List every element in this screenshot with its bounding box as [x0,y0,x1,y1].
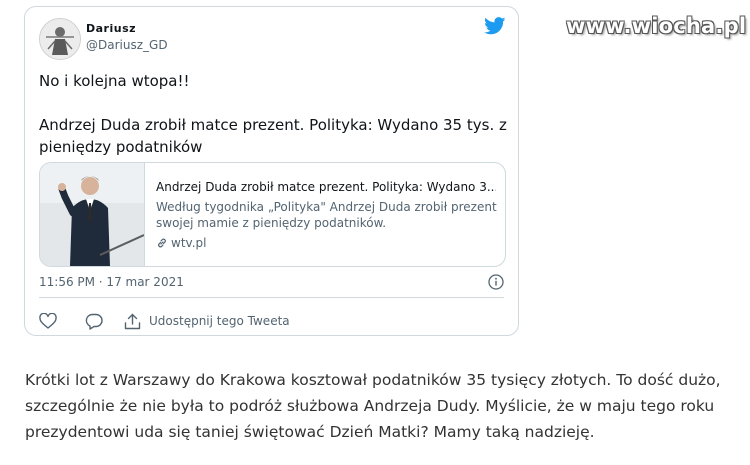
site-logo[interactable]: www.wiocha.pl [566,14,746,38]
link-icon [158,238,166,248]
tweet-text: No i kolejna wtopa!! Andrzej Duda zrobił… [39,70,509,158]
author-name[interactable]: Dariusz [86,22,136,35]
link-card-thumbnail [40,163,145,266]
share-button[interactable]: Udostępnij tego Tweeta [124,313,290,330]
heart-icon [39,313,57,329]
link-card-domain-row[interactable]: wtv.pl [156,235,496,251]
twitter-bird-icon[interactable] [484,17,506,35]
like-button[interactable] [39,313,85,329]
link-card-body: Andrzej Duda zrobił matce prezent. Polit… [156,179,497,251]
person-photo [40,163,144,266]
link-card-domain[interactable]: wtv.pl [171,235,206,251]
reply-button[interactable] [85,313,124,330]
share-label: Udostępnij tego Tweeta [149,314,290,328]
tweet-line: No i kolejna wtopa!! [39,72,190,90]
author-handle[interactable]: @Dariusz_GD [86,38,168,52]
tweet-embed: Dariusz @Dariusz_GD No i kolejna wtopa!!… [24,6,519,336]
link-card[interactable]: Andrzej Duda zrobił matce prezent. Polit… [39,162,506,267]
tweet-actions: Udostępnij tego Tweeta [39,309,290,333]
reply-icon [85,313,103,330]
article-text: Krótki lot z Warszawy do Krakowa kosztow… [25,371,721,441]
share-icon [124,313,141,329]
divider [39,297,504,298]
link-card-title[interactable]: Andrzej Duda zrobił matce prezent. Polit… [156,179,496,195]
link-card-description: Według tygodnika „Polityka" Andrzej Duda… [156,200,497,230]
info-icon[interactable] [488,274,504,290]
avatar[interactable] [39,18,81,60]
tweet-line: Andrzej Duda zrobił matce prezent. Polit… [39,116,507,156]
avatar-image [40,19,80,59]
tweet-timestamp[interactable]: 11:56 PM · 17 mar 2021 [39,275,184,289]
